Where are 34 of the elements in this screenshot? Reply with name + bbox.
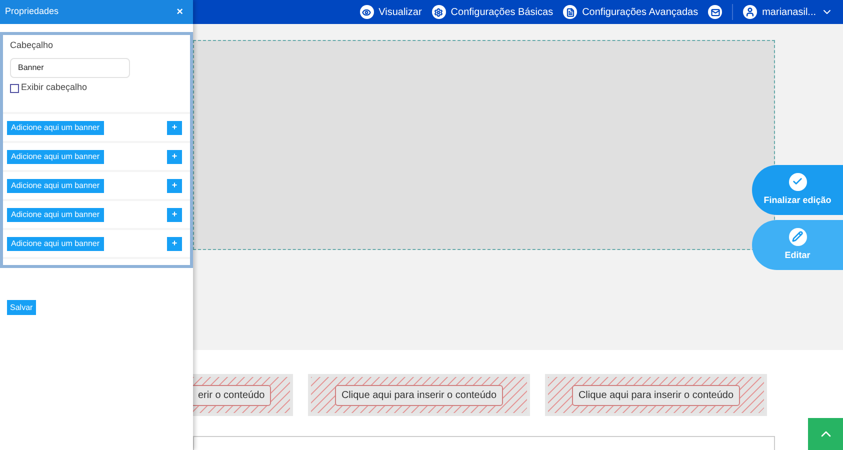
mail-button[interactable] <box>708 5 722 19</box>
field-label: Cabeçalho <box>10 39 54 52</box>
close-button[interactable]: × <box>176 4 188 20</box>
panel-title: Propriedades <box>5 5 59 18</box>
checkbox-label: Exibir cabeçalho <box>21 80 88 94</box>
insert-content-button[interactable]: Clique aqui para inserir o conteúdo <box>335 384 503 406</box>
add-banner-button[interactable]: Adicione aqui um banner <box>7 178 104 192</box>
nav-link[interactable]: Visualizar <box>360 4 422 20</box>
nav-link[interactable]: Configurações Avançadas <box>563 4 698 20</box>
save-button[interactable]: Salvar <box>7 300 36 315</box>
add-button[interactable]: + <box>167 178 182 192</box>
insert-content-button[interactable]: erir o conteúdo <box>193 384 271 406</box>
pencil-icon <box>788 228 806 246</box>
settings-icon <box>432 5 446 19</box>
user-icon <box>743 5 758 19</box>
nav-link[interactable]: Configurações Básicas <box>432 4 554 20</box>
add-button[interactable]: + <box>167 120 182 134</box>
add-button[interactable]: + <box>167 236 182 250</box>
header-input-field[interactable]: Banner <box>10 58 130 78</box>
mail-icon <box>708 5 722 19</box>
add-banner-button[interactable]: Adicione aqui um banner <box>7 236 104 250</box>
document-icon <box>563 5 578 19</box>
floating-action-button[interactable]: Finalizar edição <box>752 165 843 215</box>
user-menu[interactable]: marianasil... <box>743 4 833 20</box>
add-banner-button[interactable]: Adicione aqui um banner <box>7 150 104 164</box>
preview-icon <box>360 5 374 19</box>
add-banner-button[interactable]: Adicione aqui um banner <box>7 120 104 134</box>
check-icon <box>788 172 806 191</box>
add-banner-button[interactable]: Adicione aqui um banner <box>7 208 104 222</box>
insert-content-button[interactable]: Clique aqui para inserir o conteúdo <box>572 384 740 406</box>
add-button[interactable]: + <box>167 208 182 222</box>
checkbox[interactable] <box>10 84 19 92</box>
add-button[interactable]: + <box>167 150 182 164</box>
floating-action-button[interactable]: Editar <box>752 220 843 270</box>
